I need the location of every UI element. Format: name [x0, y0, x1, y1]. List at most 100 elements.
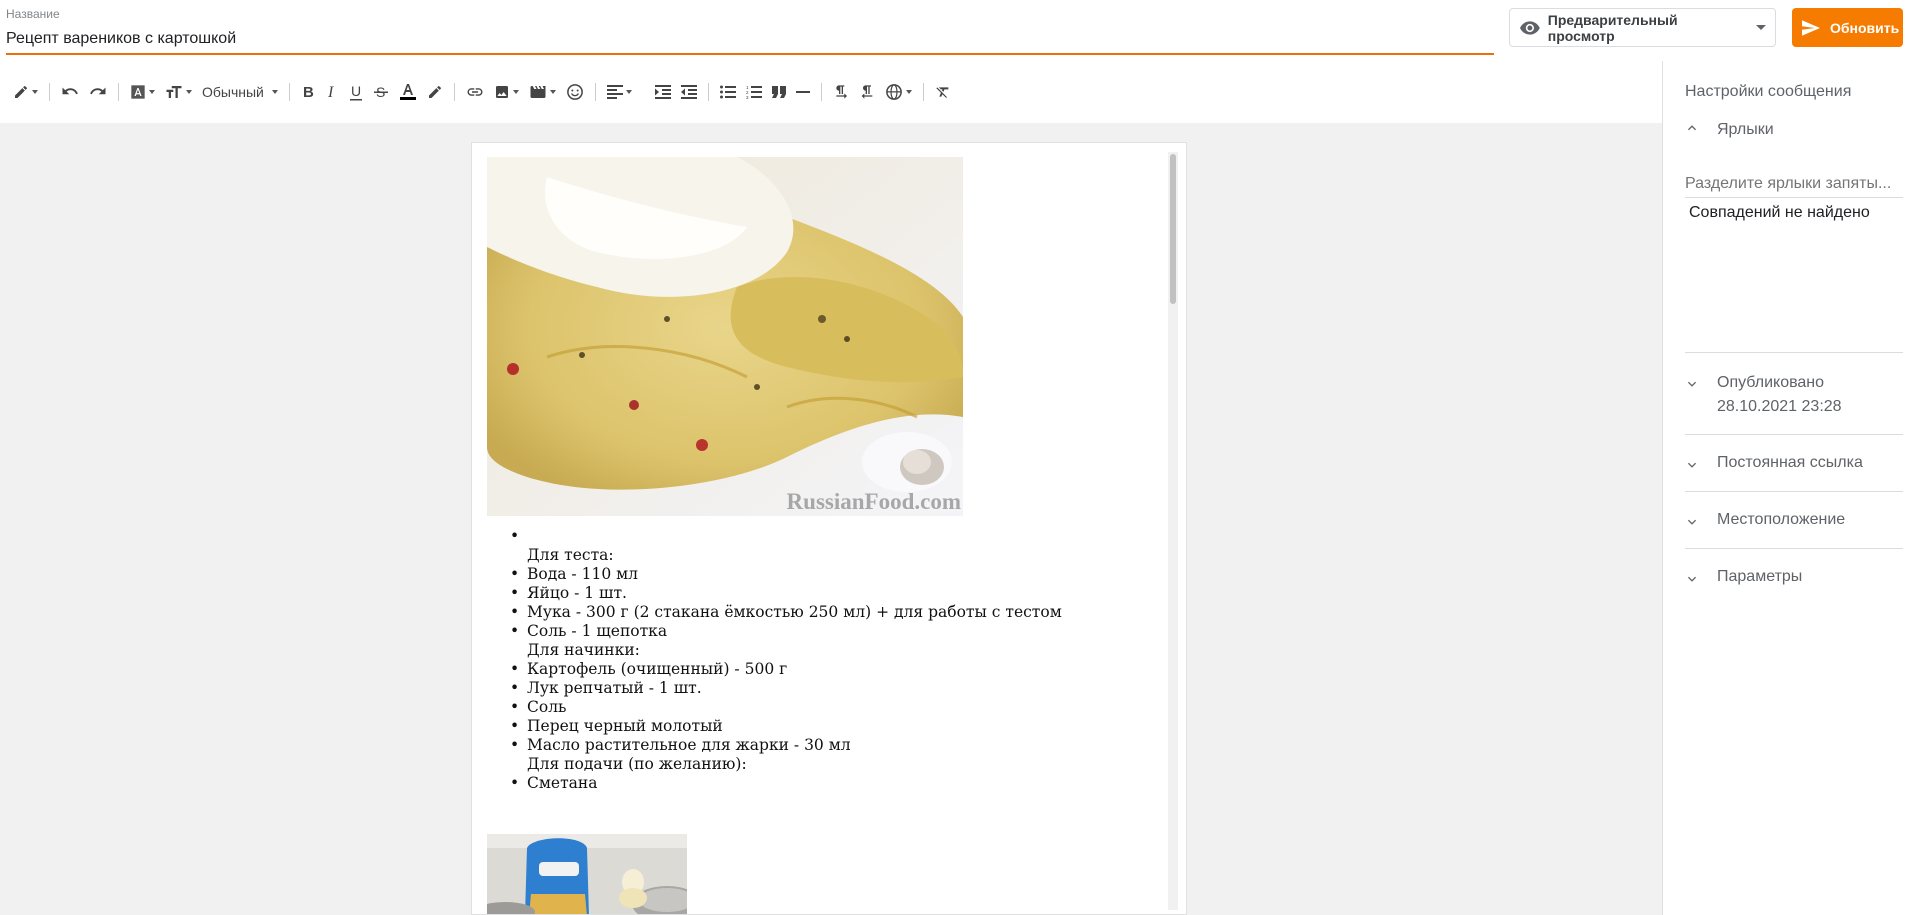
underline-button[interactable]: U: [344, 77, 368, 107]
ingredient-item: Соль - 1 щепотка: [510, 622, 1062, 641]
ingredient-item: Соль: [510, 698, 1062, 717]
permalink-section-toggle[interactable]: Постоянная ссылка: [1685, 454, 1903, 472]
ingredient-item: Для подачи (по желанию):: [527, 755, 747, 773]
italic-button[interactable]: I: [320, 77, 344, 107]
horizontal-rule-button[interactable]: [791, 77, 815, 107]
vareniki-image: [487, 157, 963, 516]
preview-dropdown-button[interactable]: [1746, 8, 1776, 47]
ingredient-list[interactable]: Для теста:Вода - 110 млЯйцо - 1 шт.Мука …: [510, 527, 1062, 793]
update-button[interactable]: Обновить: [1792, 8, 1903, 47]
chevron-down-icon: [186, 90, 192, 94]
highlight-button[interactable]: [422, 77, 448, 107]
svg-text:I: I: [327, 84, 334, 100]
bulleted-list-icon: [719, 85, 736, 99]
ingredient-item: Вода - 110 мл: [510, 565, 1062, 584]
underline-icon: U: [349, 84, 362, 100]
toolbar-divider: [707, 83, 709, 101]
strikethrough-button[interactable]: S: [368, 77, 394, 107]
bold-button[interactable]: B: [296, 77, 320, 107]
post-body-editor[interactable]: RussianFood.com Для теста:Вода - 110 млЯ…: [471, 142, 1187, 915]
bold-icon: B: [303, 84, 314, 100]
permalink-label: Постоянная ссылка: [1717, 454, 1863, 471]
toolbar-divider: [643, 83, 644, 101]
toolbar-divider: [118, 83, 119, 101]
align-left-icon: [606, 85, 623, 99]
send-icon: [1802, 19, 1820, 36]
insert-image-button[interactable]: [489, 77, 524, 107]
chevron-down-icon: [1687, 462, 1697, 468]
document-scrollbar-thumb[interactable]: [1170, 154, 1176, 304]
location-section-toggle[interactable]: Местоположение: [1685, 511, 1903, 529]
chevron-down-icon: [1755, 25, 1766, 30]
redo-button[interactable]: [84, 77, 112, 107]
chevron-down-icon: [271, 90, 278, 94]
image-watermark: RussianFood.com: [786, 489, 961, 514]
editor-toolbar: Обычный B I U S 1 2 3: [0, 61, 1662, 123]
options-section-toggle[interactable]: Параметры: [1685, 568, 1903, 586]
toolbar-divider: [49, 83, 50, 101]
ingredient-item: Перец черный молотый: [510, 717, 1062, 736]
paragraph-format-label: Обычный: [202, 84, 264, 100]
insert-video-button[interactable]: [524, 77, 561, 107]
undo-icon: [62, 87, 78, 95]
ltr-button[interactable]: [828, 77, 854, 107]
italic-icon: I: [327, 84, 334, 100]
ingredient-item: Яйцо - 1 шт.: [510, 584, 1062, 603]
ingredient-item: Лук репчатый - 1 шт.: [510, 679, 1062, 698]
chevron-down-icon: [1687, 519, 1697, 525]
published-section-toggle[interactable]: Опубликовано 28.10.2021 23:28: [1685, 371, 1903, 419]
compose-mode-button[interactable]: [8, 77, 43, 107]
text-ltr-icon: [836, 85, 847, 99]
vareniki-photo[interactable]: RussianFood.com: [487, 157, 963, 516]
indent-button[interactable]: [650, 77, 676, 107]
labels-section-label: Ярлыки: [1717, 121, 1774, 138]
post-title-input[interactable]: [6, 30, 1494, 48]
rtl-button[interactable]: [854, 77, 880, 107]
preview-button[interactable]: Предварительный просмотр: [1509, 8, 1747, 47]
numbered-list-icon: 123: [746, 85, 762, 99]
clear-formatting-button[interactable]: [930, 77, 956, 107]
update-label: Обновить: [1830, 19, 1900, 36]
outdent-button[interactable]: [676, 77, 702, 107]
toolbar-divider: [594, 83, 596, 101]
pencil-icon: [15, 85, 27, 98]
ingredient-item: Картофель (очищенный) - 500 г: [510, 660, 1062, 679]
ingredient-item: Для начинки:: [527, 641, 640, 659]
link-icon: [467, 88, 483, 96]
eye-icon: [1520, 20, 1540, 35]
quote-button[interactable]: [767, 77, 791, 107]
chevron-down-icon: [905, 90, 912, 94]
post-settings-title: Настройки сообщения: [1685, 83, 1852, 100]
toolbar-divider: [922, 83, 924, 101]
font-button[interactable]: [125, 77, 160, 107]
emoji-button[interactable]: [561, 77, 589, 107]
numbered-list-button[interactable]: 123: [741, 77, 767, 107]
undo-button[interactable]: [56, 77, 84, 107]
bulleted-list-button[interactable]: [715, 77, 741, 107]
svg-text:3: 3: [746, 95, 749, 99]
text-rtl-icon: [861, 85, 873, 99]
title-underline: [6, 53, 1494, 55]
ingredients-photo[interactable]: [487, 834, 687, 914]
outdent-icon: [680, 85, 697, 99]
font-size-button[interactable]: [160, 77, 197, 107]
labels-input[interactable]: [1685, 175, 1903, 198]
paragraph-format-button[interactable]: Обычный: [197, 77, 283, 107]
section-divider: [1685, 548, 1903, 549]
svg-text:U: U: [351, 84, 361, 99]
document-scrollbar[interactable]: [1168, 152, 1178, 910]
text-color-button[interactable]: [394, 77, 422, 107]
link-button[interactable]: [461, 77, 489, 107]
ingredient-item: Сметана: [510, 774, 1062, 793]
highlighter-icon: [428, 85, 441, 98]
post-header: Название Предварительный просмотр Обнови…: [0, 0, 1914, 60]
language-button[interactable]: [880, 77, 917, 107]
title-label: Название: [6, 7, 60, 21]
ingredient-item: Для теста:: [527, 546, 614, 564]
ingredient-item: Масло растительное для жарки - 30 мл: [510, 736, 1062, 755]
labels-section-toggle[interactable]: Ярлыки: [1685, 121, 1903, 139]
toolbar-divider: [820, 83, 822, 101]
redo-icon: [90, 87, 106, 95]
quote-icon: [771, 86, 786, 98]
align-button[interactable]: [602, 77, 637, 107]
